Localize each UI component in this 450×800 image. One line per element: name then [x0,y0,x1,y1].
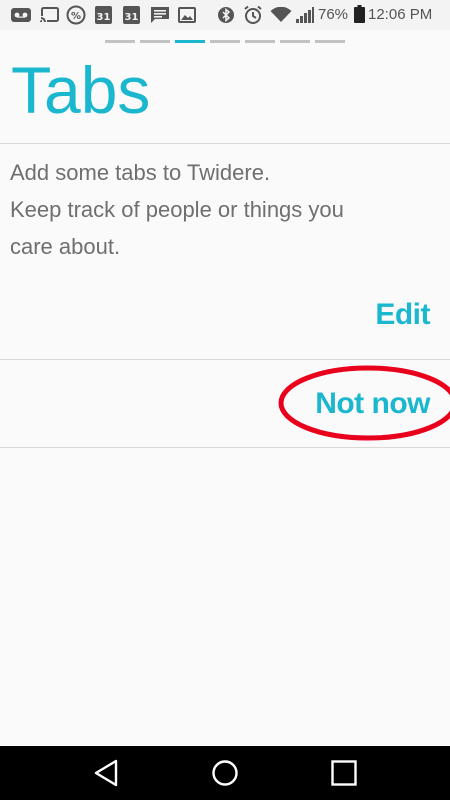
battery-percent: 76% [318,6,349,23]
divider [0,447,450,448]
wifi-icon [270,7,292,23]
status-bar: % 31 31 76% 12:06 PM [0,0,450,30]
description-line: care about. [10,234,121,259]
page-indicator-dot [245,40,275,43]
cast-icon [40,7,60,23]
page-indicator-dot [210,40,240,43]
description-line: Keep track of people or things you [10,197,344,222]
image-icon [178,7,196,23]
recents-icon [331,760,357,786]
edit-button[interactable]: Edit [375,298,430,332]
page-indicator-dot [105,40,135,43]
clock-time: 12:06 PM [368,6,433,23]
percent-icon: % [66,5,86,25]
voicemail-icon [10,7,32,23]
signal-icon [296,7,314,23]
calendar-icon: 31 [95,6,112,24]
message-icon [150,7,170,23]
page-indicator-dot [280,40,310,43]
battery-icon [354,5,365,23]
calendar-icon: 31 [123,6,140,24]
back-button[interactable] [76,746,136,800]
back-icon [94,759,118,787]
divider [0,143,450,144]
description: Add some tabs to Twidere. Keep track of … [10,154,430,265]
page-indicator-dot-active [175,40,205,43]
page-title: Tabs [11,53,151,127]
not-now-button[interactable]: Not now [315,387,430,421]
screen: % 31 31 76% 12:06 PM Tabs Add some tabs … [0,0,450,800]
recents-button[interactable] [314,746,374,800]
navigation-bar [0,746,450,800]
alarm-icon [243,5,263,24]
page-indicator [105,40,350,44]
description-line: Add some tabs to Twidere. [10,160,271,185]
page-indicator-dot [140,40,170,43]
page-indicator-dot [315,40,345,43]
divider [0,359,450,360]
svg-text:%: % [71,11,81,22]
home-icon [212,760,238,786]
bluetooth-icon [218,7,234,23]
home-button[interactable] [195,746,255,800]
